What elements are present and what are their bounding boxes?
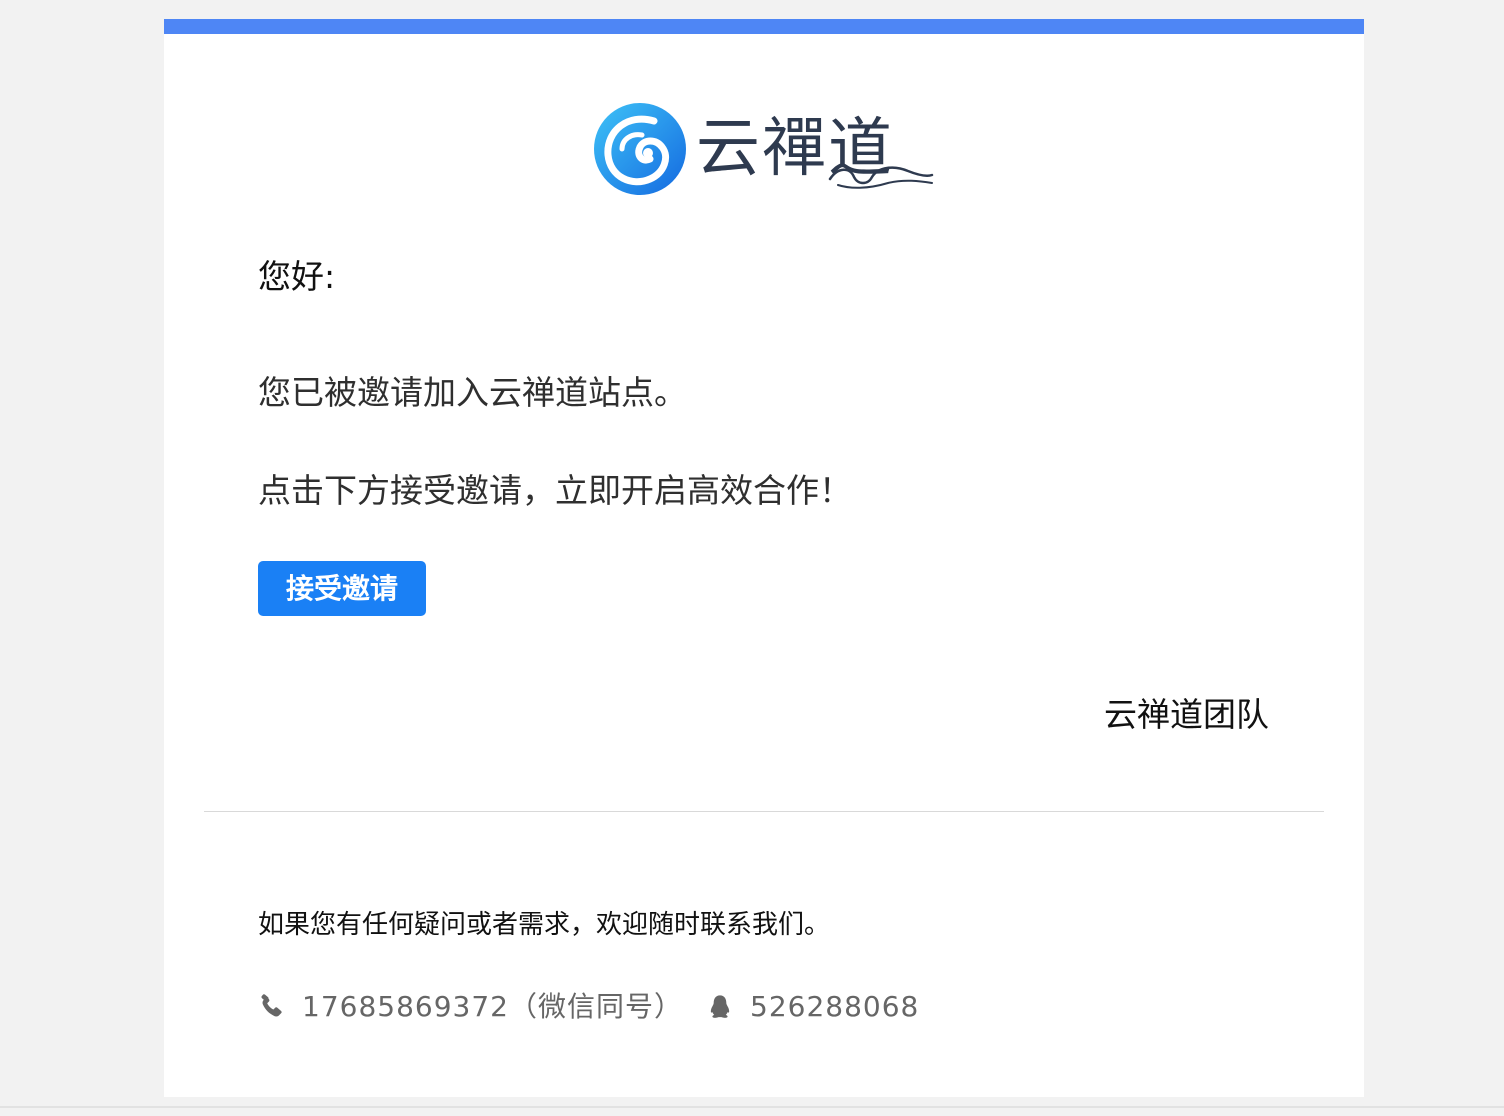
qq-number: 526288068 — [750, 990, 920, 1023]
team-signature: 云禅道团队 — [1104, 695, 1269, 734]
footer-divider — [204, 811, 1324, 812]
bottom-edge-line — [0, 1106, 1504, 1108]
qq-penguin-icon — [710, 995, 730, 1018]
contact-note: 如果您有任何疑问或者需求，欢迎随时联系我们。 — [258, 910, 831, 940]
accept-invitation-button[interactable]: 接受邀请 — [258, 561, 426, 616]
greeting-text: 您好: — [258, 257, 336, 296]
phone-icon — [261, 994, 282, 1017]
cloud-wave-ornament-icon — [828, 166, 934, 189]
qq-contact: 526288068 — [706, 987, 919, 1027]
top-accent-bar — [164, 19, 1364, 34]
email-card: 云禪道 您好: 您已被邀请加入云禅道站点。 点击下方接受邀请，立即开启高效合作！… — [164, 19, 1364, 1097]
brand-logo: 云禪道 — [592, 101, 934, 201]
yunchandao-logo-icon — [594, 103, 686, 195]
invite-message: 您已被邀请加入云禅道站点。 — [258, 373, 687, 412]
phone-number: 17685869372（微信同号） — [302, 990, 683, 1023]
call-to-action-text: 点击下方接受邀请，立即开启高效合作！ — [258, 471, 852, 510]
phone-contact: 17685869372（微信同号） — [258, 987, 683, 1027]
email-page: 云禪道 您好: 您已被邀请加入云禅道站点。 点击下方接受邀请，立即开启高效合作！… — [0, 0, 1504, 1116]
